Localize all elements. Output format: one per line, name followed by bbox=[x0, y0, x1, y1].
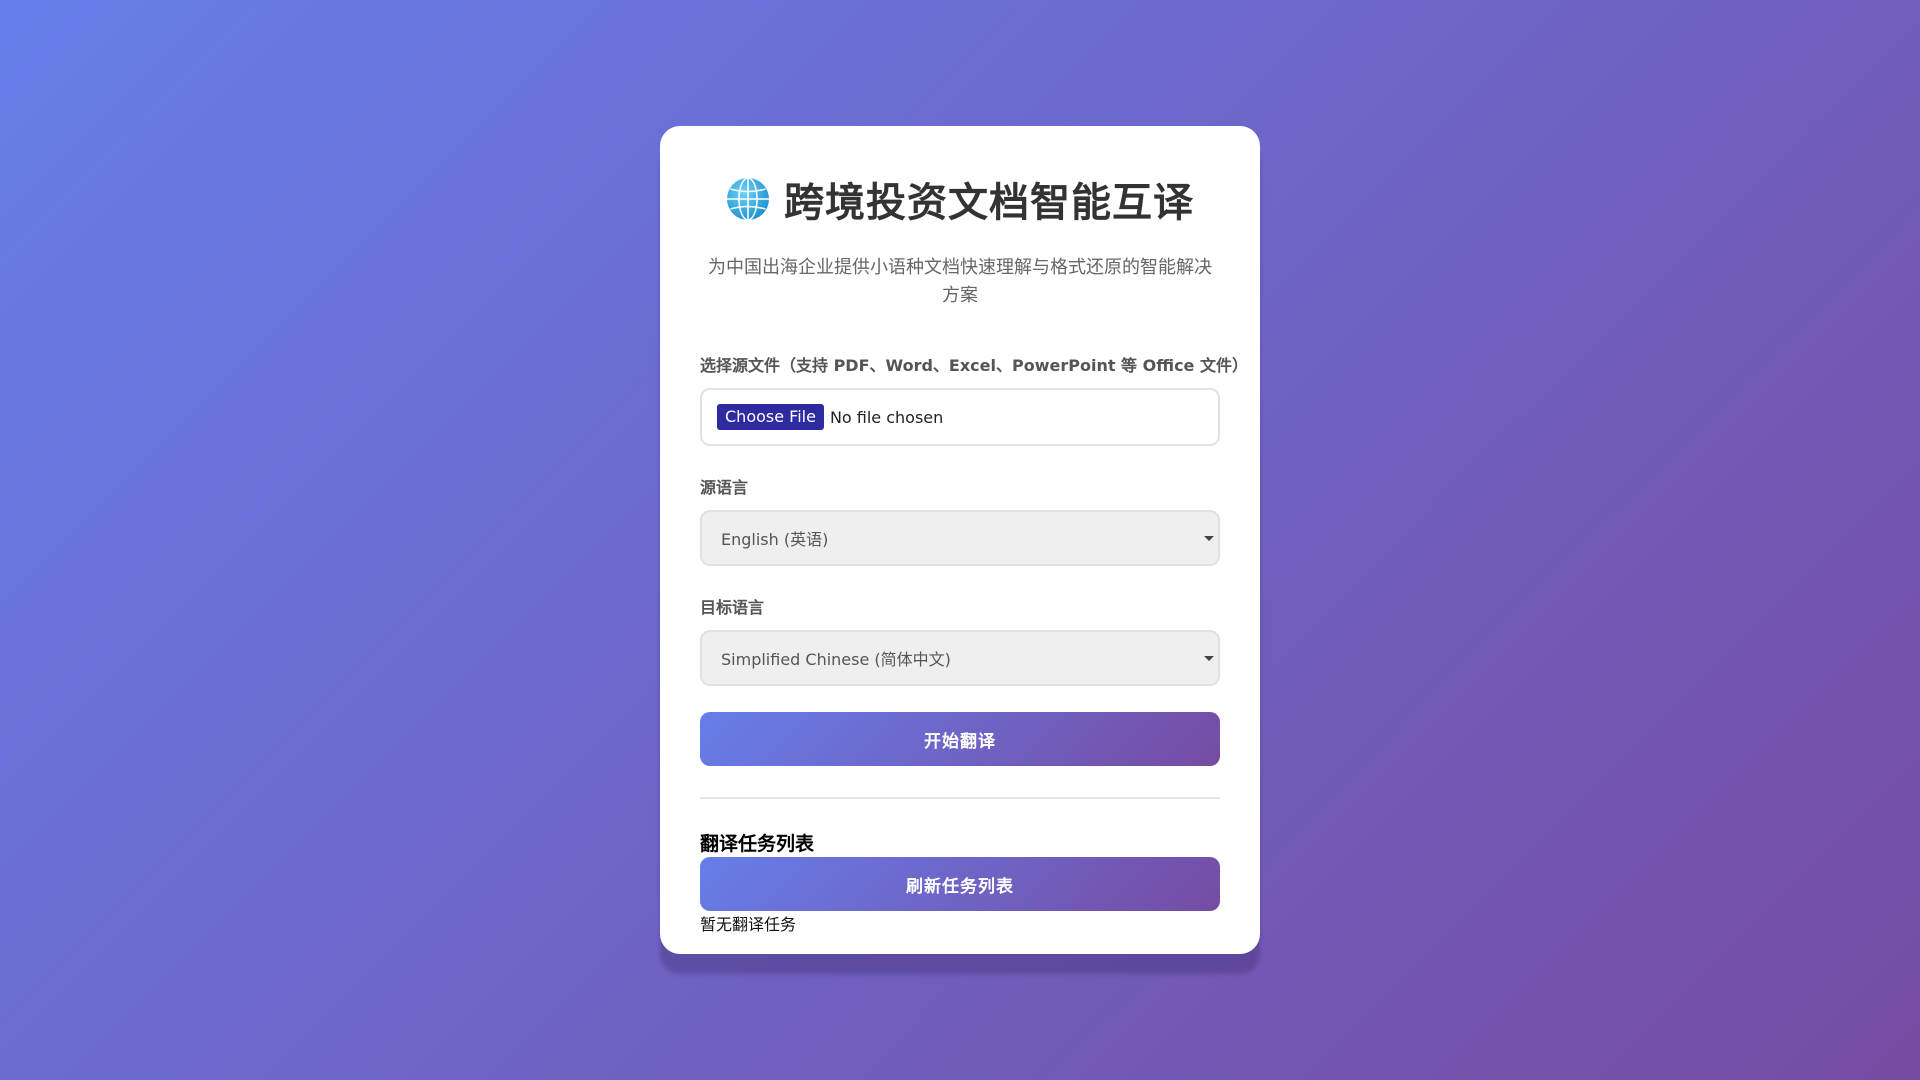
choose-file-button[interactable]: Choose File bbox=[717, 404, 824, 430]
source-language-select[interactable]: English (英语) bbox=[700, 510, 1220, 566]
divider bbox=[700, 797, 1220, 799]
globe-icon bbox=[726, 177, 770, 221]
file-label: 选择源文件（支持 PDF、Word、Excel、PowerPoint 等 Off… bbox=[700, 356, 1248, 375]
source-language-label: 源语言 bbox=[700, 478, 749, 497]
empty-task-message: 暂无翻译任务 bbox=[700, 915, 797, 934]
page-title: 跨境投资文档智能互译 bbox=[784, 180, 1194, 226]
target-language-select[interactable]: Simplified Chinese (简体中文) bbox=[700, 630, 1220, 686]
file-status: No file chosen bbox=[829, 407, 944, 427]
refresh-tasks-button[interactable]: 刷新任务列表 bbox=[700, 857, 1220, 911]
chevron-down-icon bbox=[1204, 656, 1214, 661]
start-translation-button[interactable]: 开始翻译 bbox=[700, 712, 1220, 766]
target-language-label: 目标语言 bbox=[700, 598, 765, 617]
page-subtitle: 为中国出海企业提供小语种文档快速理解与格式还原的智能解决方案 bbox=[708, 257, 1212, 306]
title-row: 跨境投资文档智能互译 bbox=[700, 172, 1220, 226]
task-list-title: 翻译任务列表 bbox=[700, 833, 815, 855]
source-language-value: English (英语) bbox=[721, 530, 829, 549]
target-language-value: Simplified Chinese (简体中文) bbox=[721, 650, 951, 669]
chevron-down-icon bbox=[1204, 536, 1214, 541]
translator-card: 跨境投资文档智能互译 为中国出海企业提供小语种文档快速理解与格式还原的智能解决方… bbox=[660, 126, 1260, 954]
file-input[interactable]: Choose File No file chosen bbox=[700, 388, 1220, 446]
